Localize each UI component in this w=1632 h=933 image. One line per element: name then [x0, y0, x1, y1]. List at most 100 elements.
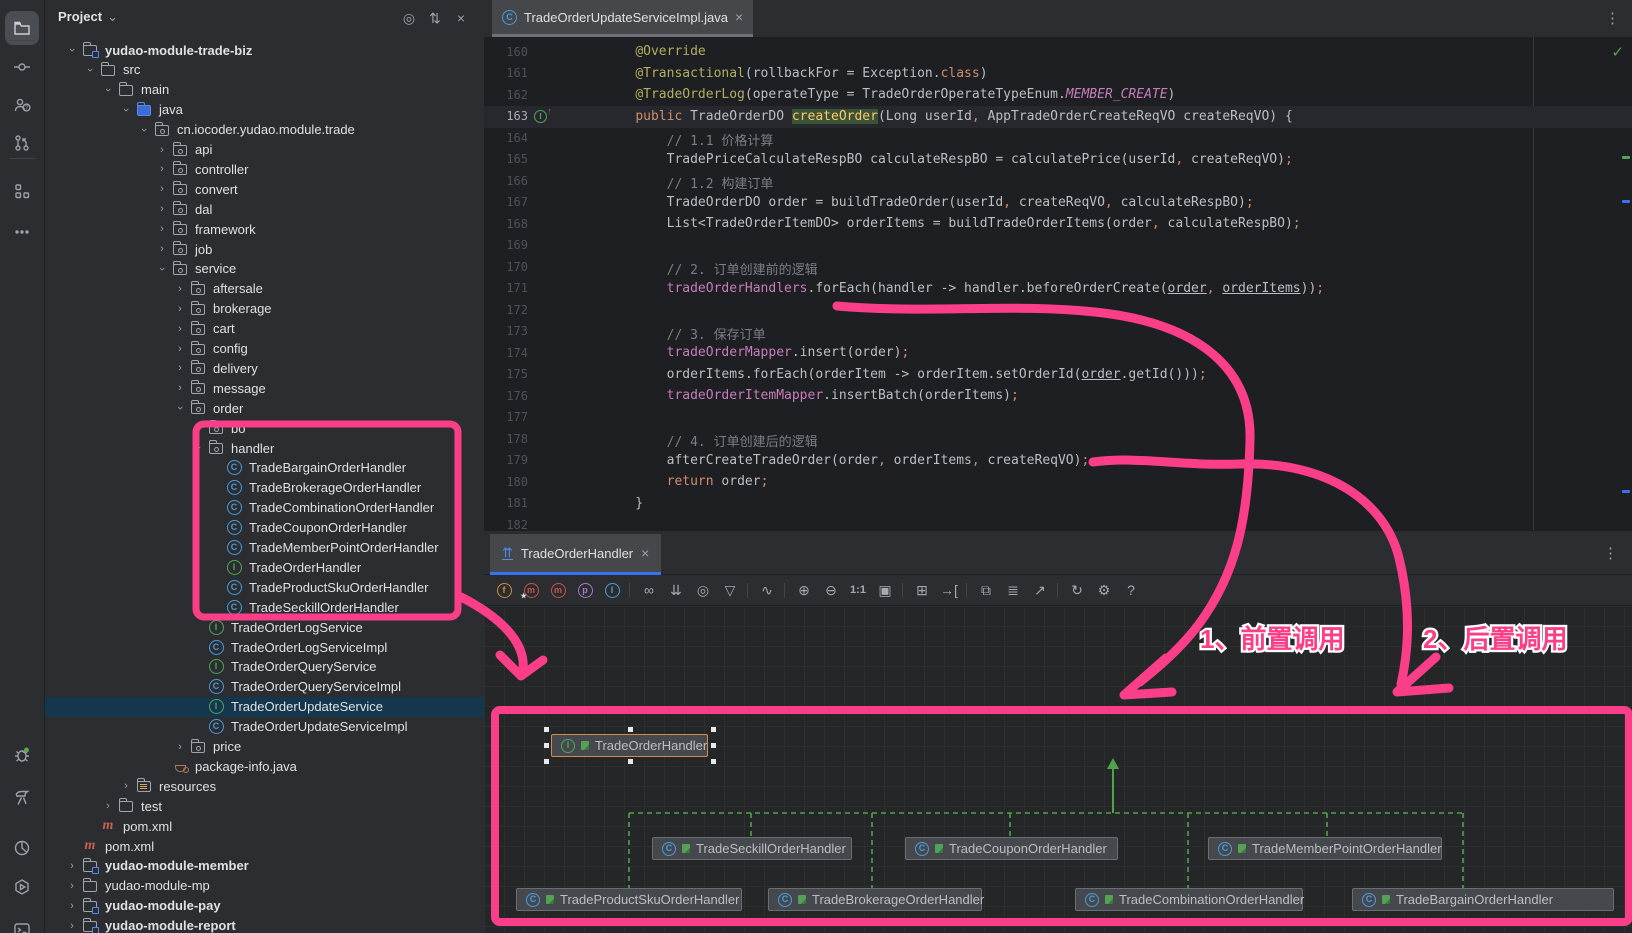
properties-icon[interactable]: m★ — [521, 580, 541, 600]
implements-gutter-icon[interactable]: I — [534, 110, 547, 123]
tree-item-yudao-module-pay[interactable]: ›yudao-module-pay — [45, 896, 484, 916]
selection-handle[interactable] — [711, 743, 716, 748]
tree-item-tradebrokerageorderhandler[interactable]: CTradeBrokerageOrderHandler — [45, 478, 484, 498]
diagram-node-tradecombinationorderhandler[interactable]: CTradeCombinationOrderHandler — [1075, 888, 1303, 911]
diagram-node-tradecouponorderhandler[interactable]: CTradeCouponOrderHandler — [905, 837, 1118, 860]
methods-icon[interactable]: m — [548, 580, 568, 600]
tree-item-tradeorderqueryservice[interactable]: ITradeOrderQueryService — [45, 657, 484, 677]
tree-item-brokerage[interactable]: ›brokerage — [45, 299, 484, 319]
build-icon[interactable] — [5, 781, 39, 815]
diagram-node-tradeproductskuorderhandler[interactable]: CTradeProductSkuOrderHandler — [516, 888, 742, 911]
learn-icon[interactable]: ? — [5, 88, 39, 122]
tree-item-pom-xml[interactable]: mpom.xml — [45, 836, 484, 856]
tree-item-price[interactable]: ›price — [45, 737, 484, 757]
fields-icon[interactable]: f — [494, 580, 514, 600]
line-number[interactable]: 161 — [484, 66, 528, 80]
chevron-icon[interactable]: › — [155, 144, 169, 156]
chevron-icon[interactable]: › — [102, 83, 114, 97]
chevron-icon[interactable]: › — [120, 103, 132, 117]
chevron-icon[interactable]: › — [119, 780, 133, 792]
close-icon[interactable]: × — [641, 545, 649, 561]
line-number[interactable]: 173 — [484, 324, 528, 338]
hierarchy-tab[interactable]: ⇈ TradeOrderHandler × — [490, 534, 661, 575]
tree-item-main[interactable]: ›main — [45, 80, 484, 100]
chevron-icon[interactable]: › — [173, 741, 187, 753]
selection-handle[interactable] — [628, 727, 633, 732]
chevron-icon[interactable]: › — [65, 880, 79, 892]
tree-item-job[interactable]: ›job — [45, 239, 484, 259]
diagram-node-tradeseckillorderhandler[interactable]: CTradeSeckillOrderHandler — [652, 837, 852, 860]
tree-item-java[interactable]: ›java — [45, 100, 484, 120]
node-details-icon[interactable]: ≣ — [1003, 580, 1023, 600]
tree-item-tradecouponorderhandler[interactable]: CTradeCouponOrderHandler — [45, 518, 484, 538]
tree-item-framework[interactable]: ›framework — [45, 219, 484, 239]
pull-requests-icon[interactable] — [5, 126, 39, 160]
tree-item-pom-xml[interactable]: mpom.xml — [45, 816, 484, 836]
line-number[interactable]: 177 — [484, 410, 528, 424]
chevron-icon[interactable]: › — [156, 262, 168, 276]
tree-item-tradeorderlogserviceimpl[interactable]: CTradeOrderLogServiceImpl — [45, 637, 484, 657]
line-number[interactable]: 174 — [484, 346, 528, 360]
terminal-icon[interactable] — [5, 913, 39, 933]
tree-item-tradeproductskuorderhandler[interactable]: CTradeProductSkuOrderHandler — [45, 577, 484, 597]
tree-item-bo[interactable]: ›bo — [45, 418, 484, 438]
diagram-node-tradebrokerageorderhandler[interactable]: CTradeBrokerageOrderHandler — [768, 888, 982, 911]
tree-item-tradebargainorderhandler[interactable]: CTradeBargainOrderHandler — [45, 458, 484, 478]
refresh-icon[interactable]: ↻ — [1067, 580, 1087, 600]
sort-icon[interactable]: ⇊ — [666, 580, 686, 600]
line-number[interactable]: 182 — [484, 518, 528, 531]
chevron-icon[interactable]: › — [192, 441, 204, 455]
chevron-icon[interactable]: › — [173, 343, 187, 355]
chevron-icon[interactable]: › — [65, 900, 79, 912]
tree-item-resources[interactable]: ›resources — [45, 776, 484, 796]
line-number[interactable]: 160 — [484, 45, 528, 59]
line-number[interactable]: 169 — [484, 238, 528, 252]
tree-item-tradeorderupdateservice[interactable]: ITradeOrderUpdateService — [45, 697, 484, 717]
tree-item-tradememberpointorderhandler[interactable]: CTradeMemberPointOrderHandler — [45, 538, 484, 558]
chevron-icon[interactable]: › — [155, 223, 169, 235]
line-number[interactable]: 175 — [484, 367, 528, 381]
tree-item-delivery[interactable]: ›delivery — [45, 358, 484, 378]
tree-item-test[interactable]: ›test — [45, 796, 484, 816]
line-number[interactable]: 179 — [484, 453, 528, 467]
tree-item-config[interactable]: ›config — [45, 339, 484, 359]
uml-diagram-canvas[interactable]: ITradeOrderHandler CTradeSeckillOrderHand… — [484, 606, 1632, 933]
copy-diagram-icon[interactable]: ⧉ — [976, 580, 996, 600]
panel-options-icon[interactable]: ⋮ — [1603, 544, 1618, 562]
snap-to-grid-icon[interactable]: →[ — [939, 580, 959, 600]
editor-tab[interactable]: C TradeOrderUpdateServiceImpl.java × — [492, 0, 753, 37]
commit-icon[interactable] — [5, 50, 39, 84]
open-in-editor-icon[interactable]: ↗ — [1030, 580, 1050, 600]
more-icon[interactable]: ⋮ — [477, 10, 484, 27]
line-number[interactable]: 168 — [484, 217, 528, 231]
tree-item-aftersale[interactable]: ›aftersale — [45, 279, 484, 299]
diagram-node-tradebargainorderhandler[interactable]: CTradeBargainOrderHandler — [1352, 888, 1614, 911]
stripe-mark-green[interactable] — [1622, 156, 1630, 159]
selection-handle[interactable] — [544, 759, 549, 764]
line-number[interactable]: 166 — [484, 174, 528, 188]
diagram-node-tradeorderhandler[interactable]: ITradeOrderHandler — [551, 734, 708, 757]
settings-icon[interactable]: ⚙ — [1094, 580, 1114, 600]
edge-mode-icon[interactable]: ∿ — [757, 580, 777, 600]
locate-icon[interactable]: ◎ — [400, 10, 418, 27]
inner-classes-icon[interactable]: I — [602, 580, 622, 600]
chevron-icon[interactable]: › — [173, 362, 187, 374]
line-number[interactable]: 172 — [484, 303, 528, 317]
tree-item-controller[interactable]: ›controller — [45, 159, 484, 179]
chevron-icon[interactable]: › — [191, 422, 205, 434]
stripe-mark-blue[interactable] — [1622, 200, 1630, 203]
link-icon[interactable]: ∞ — [639, 580, 659, 600]
chevron-icon[interactable]: › — [65, 860, 79, 872]
line-number[interactable]: 162 — [484, 88, 528, 102]
project-title[interactable]: Project⌄ — [58, 9, 118, 25]
line-number[interactable]: 171 — [484, 281, 528, 295]
more-icon[interactable] — [5, 215, 39, 249]
line-number[interactable]: 181 — [484, 496, 528, 510]
tree-item-tradecombinationorderhandler[interactable]: CTradeCombinationOrderHandler — [45, 498, 484, 518]
line-number[interactable]: 176 — [484, 389, 528, 403]
chevron-icon[interactable]: › — [155, 183, 169, 195]
selection-handle[interactable] — [711, 759, 716, 764]
chevron-icon[interactable]: › — [155, 203, 169, 215]
tree-item-yudao-module-mp[interactable]: ›yudao-module-mp — [45, 876, 484, 896]
line-number[interactable]: 180 — [484, 475, 528, 489]
